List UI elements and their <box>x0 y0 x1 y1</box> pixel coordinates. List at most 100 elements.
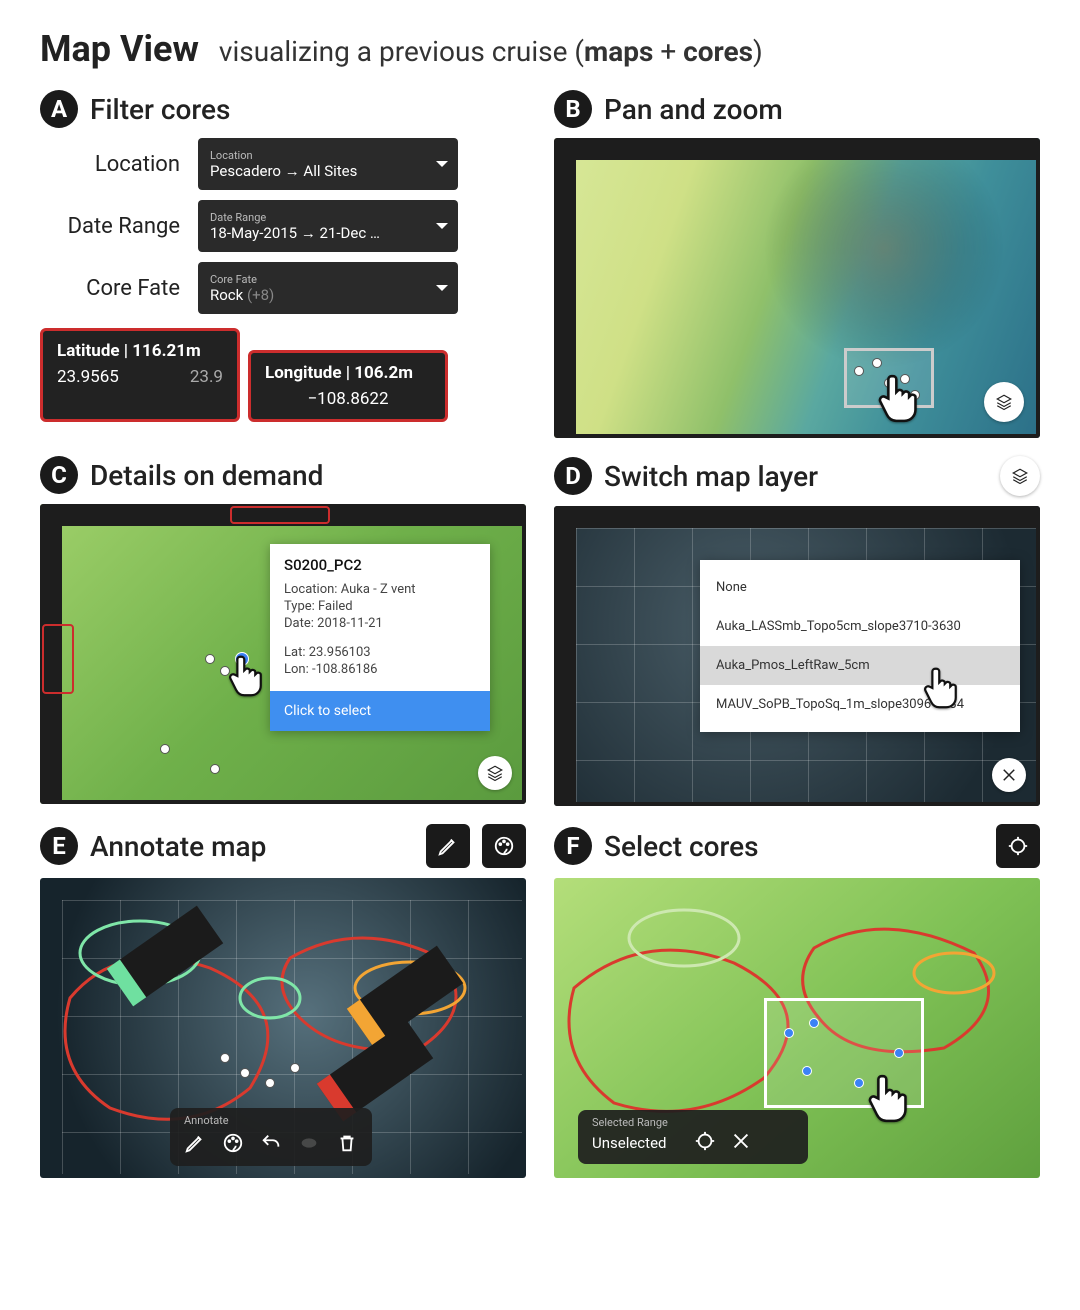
tooltip-lat: Lat: 23.956103 <box>284 645 476 660</box>
filter-label-corefate: Core Fate <box>40 276 180 301</box>
dd-text: Rock <box>210 286 243 304</box>
core-dot[interactable] <box>872 358 882 368</box>
dd-value: Pescadero → All Sites <box>210 162 430 180</box>
core-dot[interactable] <box>240 1068 250 1078</box>
latitude-callout: Latitude | 116.21m 23.9565 23.9 <box>40 328 240 422</box>
clear-button[interactable] <box>730 1130 752 1156</box>
layers-fab[interactable] <box>984 382 1024 422</box>
layer-option-none[interactable]: None <box>700 568 1020 607</box>
core-dot[interactable] <box>854 366 864 376</box>
core-dot[interactable] <box>290 1063 300 1073</box>
dd-label: Date Range <box>210 211 430 224</box>
core-dot-selected[interactable] <box>894 1048 904 1058</box>
layer-option[interactable]: Auka_LASSmb_Topo5cm_slope3710-3630 <box>700 607 1020 646</box>
dd-label: Core Fate <box>210 273 430 286</box>
longitude-title: Longitude | 106.2m <box>265 363 431 383</box>
core-dot-selected[interactable] <box>802 1066 812 1076</box>
panel-switch-layer: D Switch map layer None Auka_LASSmb_Topo… <box>554 456 1040 806</box>
lat-axis-highlight <box>42 624 74 694</box>
map-view[interactable]: None Auka_LASSmb_Topo5cm_slope3710-3630 … <box>554 506 1040 806</box>
core-dot[interactable] <box>210 764 220 774</box>
core-dot[interactable] <box>220 1053 230 1063</box>
dd-value: Rock (+8) <box>210 286 430 304</box>
selected-range-bar: Selected Range Unselected <box>578 1110 808 1164</box>
tooltip-lon: Lon: -108.86186 <box>284 662 476 677</box>
panel-d-title: Switch map layer <box>604 460 818 493</box>
blur-button[interactable] <box>298 1132 320 1158</box>
target-button[interactable] <box>996 824 1040 868</box>
subtitle-bold2: cores <box>683 35 753 68</box>
longitude-callout: Longitude | 106.2m −108.8622 <box>248 350 448 422</box>
panel-annotate: E Annotate map Annotate <box>40 824 526 1178</box>
layer-option-active[interactable]: Auka_Pmos_LeftRaw_5cm <box>700 646 1020 685</box>
palette-button[interactable] <box>482 824 526 868</box>
filter-label-daterange: Date Range <box>40 214 180 239</box>
tooltip-type: Type: Failed <box>284 599 476 614</box>
badge-e: E <box>40 827 78 865</box>
hand-cursor-icon <box>225 654 275 704</box>
core-dot[interactable] <box>265 1078 275 1088</box>
map-view[interactable]: S0200_PC2 Location: Auka - Z vent Type: … <box>40 504 526 804</box>
subtitle-post: ) <box>753 35 763 68</box>
layer-option[interactable]: MAUV_SoPB_TopoSq_1m_slope3096-3334 <box>700 685 1020 724</box>
filter-row-daterange: Date Range Date Range 18-May-2015 → 21-D… <box>40 200 526 252</box>
panel-filter-cores: A Filter cores Location Location Pescade… <box>40 90 526 438</box>
core-dot-selected[interactable] <box>784 1028 794 1038</box>
core-dot[interactable] <box>205 654 215 664</box>
tooltip-date: Date: 2018-11-21 <box>284 616 476 631</box>
draw-button[interactable] <box>184 1132 206 1158</box>
panel-e-title: Annotate map <box>90 830 266 863</box>
hand-cursor-icon <box>874 373 932 431</box>
dd-label: Location <box>210 149 430 162</box>
lat-value-2: 23.9 <box>190 367 223 387</box>
coord-callouts: Latitude | 116.21m 23.9565 23.9 Longitud… <box>40 332 526 422</box>
layers-fab[interactable] <box>478 756 512 790</box>
range-value: Unselected <box>592 1134 666 1152</box>
panel-a-title: Filter cores <box>90 93 230 126</box>
panel-select-cores: F Select cores Selected Range <box>554 824 1040 1178</box>
filter-row-corefate: Core Fate Core Fate Rock (+8) <box>40 262 526 314</box>
annotate-toolbar: Annotate <box>170 1108 372 1166</box>
map-view[interactable]: Selected Range Unselected <box>554 878 1040 1178</box>
core-tooltip: S0200_PC2 Location: Auka - Z vent Type: … <box>270 544 490 731</box>
dd-value: 18-May-2015 → 21-Dec … <box>210 224 430 242</box>
panel-pan-zoom: B Pan and zoom <box>554 90 1040 438</box>
annotate-bar-label: Annotate <box>184 1114 229 1127</box>
badge-b: B <box>554 90 592 128</box>
daterange-dropdown[interactable]: Date Range 18-May-2015 → 21-Dec … <box>198 200 458 252</box>
filter-label-location: Location <box>40 152 180 177</box>
core-dot-selected[interactable] <box>809 1018 819 1028</box>
panel-details-on-demand: C Details on demand S0200_PC2 Location: … <box>40 456 526 806</box>
map-view[interactable]: Annotate <box>40 878 526 1178</box>
target-button[interactable] <box>694 1130 716 1156</box>
subtitle-mid: + <box>653 35 683 68</box>
layer-menu[interactable]: None Auka_LASSmb_Topo5cm_slope3710-3630 … <box>700 560 1020 732</box>
tooltip-name: S0200_PC2 <box>284 556 476 574</box>
lat-value-1: 23.9565 <box>57 367 119 387</box>
tooltip-cta[interactable]: Click to select <box>270 691 490 731</box>
page-subtitle: visualizing a previous cruise (maps + co… <box>219 35 763 68</box>
dd-suffix: (+8) <box>243 286 274 304</box>
panel-c-title: Details on demand <box>90 459 323 492</box>
subtitle-pre: visualizing a previous cruise ( <box>219 35 584 68</box>
lon-axis-highlight <box>230 506 330 524</box>
core-dot-selected[interactable] <box>854 1078 864 1088</box>
badge-a: A <box>40 90 78 128</box>
hand-cursor-icon <box>920 666 970 716</box>
badge-d: D <box>554 457 592 495</box>
core-dot[interactable] <box>160 744 170 754</box>
corefate-dropdown[interactable]: Core Fate Rock (+8) <box>198 262 458 314</box>
badge-c: C <box>40 456 78 494</box>
pencil-button[interactable] <box>426 824 470 868</box>
page-title: Map View <box>40 28 199 70</box>
topo-relief <box>554 138 1040 438</box>
color-button[interactable] <box>222 1132 244 1158</box>
location-dropdown[interactable]: Location Pescadero → All Sites <box>198 138 458 190</box>
undo-button[interactable] <box>260 1132 282 1158</box>
layers-fab[interactable] <box>1000 456 1040 496</box>
page-header: Map View visualizing a previous cruise (… <box>40 28 1040 70</box>
map-view[interactable] <box>554 138 1040 438</box>
delete-button[interactable] <box>336 1132 358 1158</box>
range-bar-label: Selected Range <box>592 1116 668 1129</box>
close-layers-fab[interactable] <box>992 758 1026 792</box>
